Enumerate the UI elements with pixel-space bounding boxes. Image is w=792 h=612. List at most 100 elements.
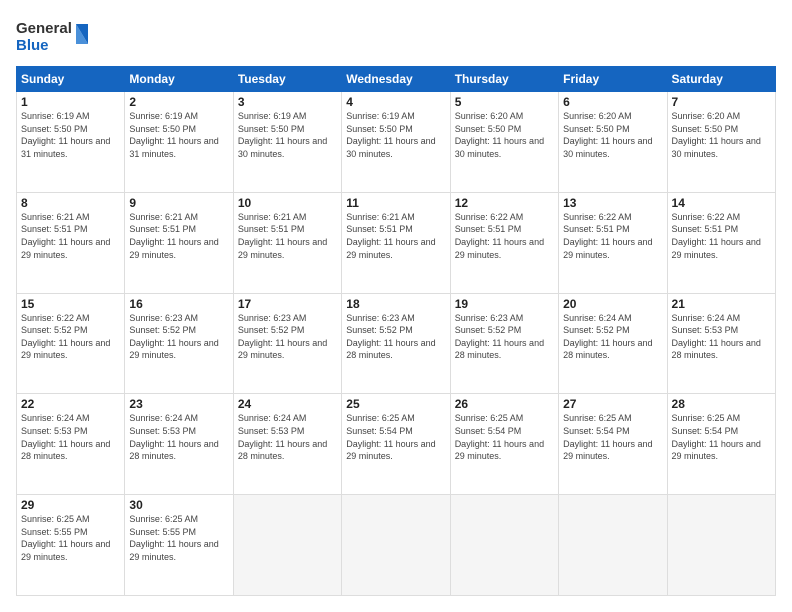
calendar-cell: 7Sunrise: 6:20 AMSunset: 5:50 PMDaylight… bbox=[667, 92, 775, 193]
day-info: Sunrise: 6:21 AMSunset: 5:51 PMDaylight:… bbox=[346, 211, 445, 261]
day-number: 29 bbox=[21, 498, 120, 512]
calendar-cell: 10Sunrise: 6:21 AMSunset: 5:51 PMDayligh… bbox=[233, 192, 341, 293]
day-number: 21 bbox=[672, 297, 771, 311]
calendar-cell: 17Sunrise: 6:23 AMSunset: 5:52 PMDayligh… bbox=[233, 293, 341, 394]
day-info: Sunrise: 6:19 AMSunset: 5:50 PMDaylight:… bbox=[346, 110, 445, 160]
day-number: 11 bbox=[346, 196, 445, 210]
day-info: Sunrise: 6:25 AMSunset: 5:55 PMDaylight:… bbox=[129, 513, 228, 563]
week-row-1: 8Sunrise: 6:21 AMSunset: 5:51 PMDaylight… bbox=[17, 192, 776, 293]
day-info: Sunrise: 6:20 AMSunset: 5:50 PMDaylight:… bbox=[455, 110, 554, 160]
day-info: Sunrise: 6:24 AMSunset: 5:53 PMDaylight:… bbox=[129, 412, 228, 462]
calendar-cell: 9Sunrise: 6:21 AMSunset: 5:51 PMDaylight… bbox=[125, 192, 233, 293]
calendar-cell: 13Sunrise: 6:22 AMSunset: 5:51 PMDayligh… bbox=[559, 192, 667, 293]
calendar-cell: 26Sunrise: 6:25 AMSunset: 5:54 PMDayligh… bbox=[450, 394, 558, 495]
calendar-cell: 2Sunrise: 6:19 AMSunset: 5:50 PMDaylight… bbox=[125, 92, 233, 193]
day-number: 2 bbox=[129, 95, 228, 109]
day-number: 6 bbox=[563, 95, 662, 109]
day-info: Sunrise: 6:23 AMSunset: 5:52 PMDaylight:… bbox=[346, 312, 445, 362]
weekday-header-wednesday: Wednesday bbox=[342, 67, 450, 92]
day-info: Sunrise: 6:23 AMSunset: 5:52 PMDaylight:… bbox=[129, 312, 228, 362]
calendar-cell bbox=[667, 495, 775, 596]
weekday-header-row: SundayMondayTuesdayWednesdayThursdayFrid… bbox=[17, 67, 776, 92]
calendar-cell: 25Sunrise: 6:25 AMSunset: 5:54 PMDayligh… bbox=[342, 394, 450, 495]
day-info: Sunrise: 6:23 AMSunset: 5:52 PMDaylight:… bbox=[238, 312, 337, 362]
day-info: Sunrise: 6:25 AMSunset: 5:54 PMDaylight:… bbox=[455, 412, 554, 462]
week-row-2: 15Sunrise: 6:22 AMSunset: 5:52 PMDayligh… bbox=[17, 293, 776, 394]
day-number: 22 bbox=[21, 397, 120, 411]
day-number: 8 bbox=[21, 196, 120, 210]
day-info: Sunrise: 6:24 AMSunset: 5:52 PMDaylight:… bbox=[563, 312, 662, 362]
calendar-cell: 22Sunrise: 6:24 AMSunset: 5:53 PMDayligh… bbox=[17, 394, 125, 495]
weekday-header-monday: Monday bbox=[125, 67, 233, 92]
day-info: Sunrise: 6:23 AMSunset: 5:52 PMDaylight:… bbox=[455, 312, 554, 362]
day-number: 14 bbox=[672, 196, 771, 210]
calendar-cell: 16Sunrise: 6:23 AMSunset: 5:52 PMDayligh… bbox=[125, 293, 233, 394]
day-info: Sunrise: 6:21 AMSunset: 5:51 PMDaylight:… bbox=[238, 211, 337, 261]
calendar-cell: 12Sunrise: 6:22 AMSunset: 5:51 PMDayligh… bbox=[450, 192, 558, 293]
calendar-cell: 19Sunrise: 6:23 AMSunset: 5:52 PMDayligh… bbox=[450, 293, 558, 394]
calendar-cell: 23Sunrise: 6:24 AMSunset: 5:53 PMDayligh… bbox=[125, 394, 233, 495]
calendar-cell: 20Sunrise: 6:24 AMSunset: 5:52 PMDayligh… bbox=[559, 293, 667, 394]
day-info: Sunrise: 6:20 AMSunset: 5:50 PMDaylight:… bbox=[563, 110, 662, 160]
calendar-cell: 3Sunrise: 6:19 AMSunset: 5:50 PMDaylight… bbox=[233, 92, 341, 193]
calendar-cell: 5Sunrise: 6:20 AMSunset: 5:50 PMDaylight… bbox=[450, 92, 558, 193]
day-info: Sunrise: 6:21 AMSunset: 5:51 PMDaylight:… bbox=[21, 211, 120, 261]
calendar-cell bbox=[342, 495, 450, 596]
calendar-cell: 24Sunrise: 6:24 AMSunset: 5:53 PMDayligh… bbox=[233, 394, 341, 495]
calendar-page: GeneralBlue SundayMondayTuesdayWednesday… bbox=[0, 0, 792, 612]
header: GeneralBlue bbox=[16, 16, 776, 56]
day-number: 5 bbox=[455, 95, 554, 109]
day-number: 17 bbox=[238, 297, 337, 311]
day-number: 20 bbox=[563, 297, 662, 311]
svg-text:General: General bbox=[16, 20, 72, 37]
calendar-cell: 30Sunrise: 6:25 AMSunset: 5:55 PMDayligh… bbox=[125, 495, 233, 596]
day-info: Sunrise: 6:24 AMSunset: 5:53 PMDaylight:… bbox=[672, 312, 771, 362]
day-number: 27 bbox=[563, 397, 662, 411]
day-info: Sunrise: 6:19 AMSunset: 5:50 PMDaylight:… bbox=[238, 110, 337, 160]
day-info: Sunrise: 6:22 AMSunset: 5:51 PMDaylight:… bbox=[672, 211, 771, 261]
day-info: Sunrise: 6:24 AMSunset: 5:53 PMDaylight:… bbox=[21, 412, 120, 462]
day-info: Sunrise: 6:24 AMSunset: 5:53 PMDaylight:… bbox=[238, 412, 337, 462]
day-info: Sunrise: 6:22 AMSunset: 5:51 PMDaylight:… bbox=[455, 211, 554, 261]
day-info: Sunrise: 6:25 AMSunset: 5:55 PMDaylight:… bbox=[21, 513, 120, 563]
logo-svg: GeneralBlue bbox=[16, 16, 96, 56]
week-row-4: 29Sunrise: 6:25 AMSunset: 5:55 PMDayligh… bbox=[17, 495, 776, 596]
day-number: 26 bbox=[455, 397, 554, 411]
day-info: Sunrise: 6:21 AMSunset: 5:51 PMDaylight:… bbox=[129, 211, 228, 261]
day-info: Sunrise: 6:19 AMSunset: 5:50 PMDaylight:… bbox=[21, 110, 120, 160]
calendar-cell: 15Sunrise: 6:22 AMSunset: 5:52 PMDayligh… bbox=[17, 293, 125, 394]
week-row-3: 22Sunrise: 6:24 AMSunset: 5:53 PMDayligh… bbox=[17, 394, 776, 495]
weekday-header-sunday: Sunday bbox=[17, 67, 125, 92]
day-number: 25 bbox=[346, 397, 445, 411]
svg-text:Blue: Blue bbox=[16, 37, 49, 54]
calendar-cell: 27Sunrise: 6:25 AMSunset: 5:54 PMDayligh… bbox=[559, 394, 667, 495]
day-number: 24 bbox=[238, 397, 337, 411]
day-info: Sunrise: 6:22 AMSunset: 5:52 PMDaylight:… bbox=[21, 312, 120, 362]
day-info: Sunrise: 6:25 AMSunset: 5:54 PMDaylight:… bbox=[563, 412, 662, 462]
week-row-0: 1Sunrise: 6:19 AMSunset: 5:50 PMDaylight… bbox=[17, 92, 776, 193]
day-info: Sunrise: 6:25 AMSunset: 5:54 PMDaylight:… bbox=[672, 412, 771, 462]
day-number: 30 bbox=[129, 498, 228, 512]
day-number: 19 bbox=[455, 297, 554, 311]
day-number: 4 bbox=[346, 95, 445, 109]
calendar-cell: 8Sunrise: 6:21 AMSunset: 5:51 PMDaylight… bbox=[17, 192, 125, 293]
logo: GeneralBlue bbox=[16, 16, 96, 56]
day-info: Sunrise: 6:19 AMSunset: 5:50 PMDaylight:… bbox=[129, 110, 228, 160]
calendar-cell: 29Sunrise: 6:25 AMSunset: 5:55 PMDayligh… bbox=[17, 495, 125, 596]
day-number: 7 bbox=[672, 95, 771, 109]
weekday-header-friday: Friday bbox=[559, 67, 667, 92]
day-number: 10 bbox=[238, 196, 337, 210]
weekday-header-saturday: Saturday bbox=[667, 67, 775, 92]
day-number: 12 bbox=[455, 196, 554, 210]
day-number: 3 bbox=[238, 95, 337, 109]
weekday-header-thursday: Thursday bbox=[450, 67, 558, 92]
calendar-cell bbox=[559, 495, 667, 596]
day-info: Sunrise: 6:22 AMSunset: 5:51 PMDaylight:… bbox=[563, 211, 662, 261]
weekday-header-tuesday: Tuesday bbox=[233, 67, 341, 92]
calendar-cell: 28Sunrise: 6:25 AMSunset: 5:54 PMDayligh… bbox=[667, 394, 775, 495]
calendar-cell: 14Sunrise: 6:22 AMSunset: 5:51 PMDayligh… bbox=[667, 192, 775, 293]
day-number: 1 bbox=[21, 95, 120, 109]
calendar-cell: 18Sunrise: 6:23 AMSunset: 5:52 PMDayligh… bbox=[342, 293, 450, 394]
day-number: 23 bbox=[129, 397, 228, 411]
calendar-cell: 6Sunrise: 6:20 AMSunset: 5:50 PMDaylight… bbox=[559, 92, 667, 193]
